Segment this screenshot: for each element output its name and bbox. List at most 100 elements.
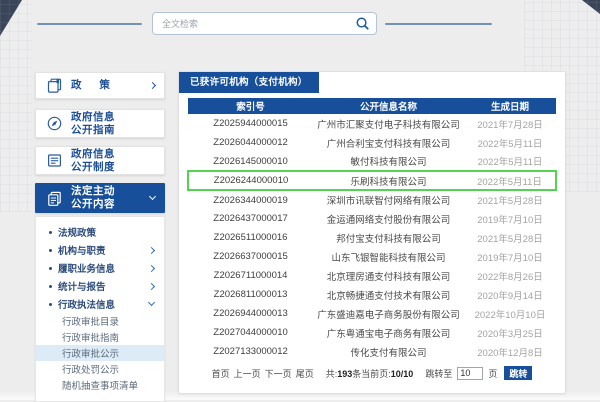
table-row: Z2026344000019 深圳市讯联智付网络有限公司 2021年5月28日 xyxy=(188,190,556,209)
submenu-item-admin-enforcement[interactable]: 行政执法信息 xyxy=(36,295,164,313)
row-company-name[interactable]: 传化支付有限公司 xyxy=(313,342,464,361)
table-row: Z2027133000012 传化支付有限公司 2020年12月8日 xyxy=(188,342,556,361)
row-index-number: Z2026044000012 xyxy=(213,137,288,148)
row-publish-date: 2022年5月11日 xyxy=(477,138,543,150)
jump-button[interactable]: 跳转 xyxy=(504,366,533,380)
prev-page-link[interactable]: 上一页 xyxy=(234,367,261,380)
compass-icon xyxy=(45,115,63,133)
sidebar-submenu: 法规政策 机构与职责 履职业务信息 统计与报告 行政执法信息 行政审批目录 行政… xyxy=(35,216,165,402)
row-company-name[interactable]: 金运通网络支付股份有限公司 xyxy=(313,209,464,228)
row-publish-date: 2020年12月8日 xyxy=(477,347,543,359)
row-company-name[interactable]: 广州合利宝支付科技有限公司 xyxy=(313,133,464,152)
sidebar-item-label: 政 策 xyxy=(71,79,111,91)
row-company-name[interactable]: 乐刷科技有限公司 xyxy=(313,170,464,191)
row-publish-date: 2020年9月14日 xyxy=(477,290,543,302)
row-index-number: Z2026944000013 xyxy=(213,308,288,319)
row-index-number: Z2026711000014 xyxy=(213,270,288,281)
chevron-right-icon xyxy=(147,264,156,272)
tab-licensed-institutions[interactable]: 已获许可机构（支付机构） xyxy=(179,72,319,93)
row-company-name[interactable]: 邦付宝支付科技有限公司 xyxy=(313,228,464,247)
row-index-number: Z2025944000015 xyxy=(213,118,288,129)
page-unit-label: 页 xyxy=(488,368,498,379)
row-publish-date: 2019年7月10日 xyxy=(477,252,543,264)
bullet-icon xyxy=(49,248,52,252)
submenu-item-org-duties[interactable]: 机构与职责 xyxy=(36,241,164,259)
search-zone xyxy=(0,12,600,38)
row-company-name[interactable]: 广东粤通宝电子商务有限公司 xyxy=(313,323,464,342)
search-input[interactable] xyxy=(162,18,354,29)
row-company-name[interactable]: 广州市汇聚支付电子科技有限公司 xyxy=(313,114,464,133)
sidebar-item-statutory-disclosure[interactable]: 法定主动 公开内容 xyxy=(35,183,165,213)
row-index-number: Z2027133000012 xyxy=(213,346,288,357)
submenu-item-penalty-publicity[interactable]: 行政处罚公示 xyxy=(36,361,164,377)
divider-line-right xyxy=(385,23,492,25)
row-publish-date: 2021年5月28日 xyxy=(477,233,543,245)
table-row: Z2026145000010 敏付科技有限公司 2022年5月11日 xyxy=(188,152,556,171)
table-row: Z2026711000014 北京理房通支付科技有限公司 2022年8月26日 xyxy=(188,266,556,285)
row-publish-date: 2021年5月28日 xyxy=(477,196,543,207)
submenu-item-label: 行政处罚公示 xyxy=(62,365,120,376)
sidebar: 政 策 政府信息 公开指南 政府信息 公开制度 法定主动 公开内容 法规政策 机… xyxy=(35,72,165,402)
row-index-number: Z2027044000010 xyxy=(213,327,288,338)
row-publish-date: 2020年3月25日 xyxy=(477,328,543,340)
table-body: Z2025944000015 广州市汇聚支付电子科技有限公司 2021年7月28日 Z… xyxy=(186,114,558,361)
row-company-name[interactable]: 北京理房通支付科技有限公司 xyxy=(313,266,464,285)
row-publish-date: 2022年10月10日 xyxy=(474,309,546,321)
submenu-item-label: 履职业务信息 xyxy=(58,264,116,275)
submenu-item-approval-publicity[interactable]: 行政审批公示 xyxy=(36,345,164,361)
row-publish-date: 2021年7月28日 xyxy=(477,119,543,131)
table-row: Z2025944000015 广州市汇聚支付电子科技有限公司 2021年7月28日 xyxy=(188,114,556,133)
table-row: Z2026044000012 广州合利宝支付科技有限公司 2022年5月11日 xyxy=(188,133,556,152)
pages-icon xyxy=(45,77,63,95)
submenu-item-label: 行政审批指南 xyxy=(62,333,120,344)
row-company-name[interactable]: 山东飞银智能科技有限公司 xyxy=(313,247,464,266)
last-page-link[interactable]: 尾页 xyxy=(296,367,314,380)
search-icon xyxy=(355,16,370,31)
jump-page-input[interactable] xyxy=(457,366,484,380)
row-index-number: Z2026511000016 xyxy=(213,232,288,243)
submenu-item-approval-guide[interactable]: 行政审批指南 xyxy=(36,329,164,345)
content-panel: 已获许可机构（支付机构） 索引号 公开信息名称 生成日期 Z2025944000… xyxy=(178,71,566,394)
submenu-item-label: 行政审批目录 xyxy=(62,317,120,328)
table-row: Z2026811000013 北京畅捷通支付技术有限公司 2020年9月14日 xyxy=(188,285,556,304)
sidebar-item-policy[interactable]: 政 策 xyxy=(35,72,165,99)
record-count: 共:193条当前页:10/10 xyxy=(325,368,414,379)
submenu-item-label: 行政审批公示 xyxy=(62,349,120,360)
row-publish-date: 2022年5月11日 xyxy=(463,170,558,191)
search-box[interactable] xyxy=(152,12,377,35)
first-page-link[interactable]: 首页 xyxy=(212,367,230,380)
chevron-down-icon xyxy=(147,298,156,307)
row-company-name[interactable]: 北京畅捷通支付技术有限公司 xyxy=(313,285,464,304)
bullet-icon xyxy=(49,230,52,234)
submenu-item-regulations[interactable]: 法规政策 xyxy=(36,223,164,241)
chevron-right-icon xyxy=(147,282,156,290)
pagination: 首页 上一页 下一页 尾页 共:193条当前页:10/10 跳转至 页 跳转 xyxy=(179,366,565,380)
table-row: Z2026437000017 金运通网络支付股份有限公司 2019年7月10日 xyxy=(188,209,556,228)
submenu-item-statistics-reports[interactable]: 统计与报告 xyxy=(36,277,164,295)
search-button[interactable] xyxy=(354,16,370,32)
submenu-item-label: 统计与报告 xyxy=(58,282,106,293)
row-index-number: Z2026145000010 xyxy=(213,155,288,167)
row-company-name[interactable]: 敏付科技有限公司 xyxy=(313,152,464,171)
row-index-number: Z2026811000013 xyxy=(213,289,288,300)
table-row: Z2027044000010 广东粤通宝电子商务有限公司 2020年3月25日 xyxy=(188,323,556,342)
divider-line-left xyxy=(37,23,142,25)
document-list-icon xyxy=(45,152,63,170)
sidebar-item-label: 政府信息 公开指南 xyxy=(71,110,115,136)
sidebar-item-disclosure-guide[interactable]: 政府信息 公开指南 xyxy=(35,109,165,138)
bullet-icon xyxy=(49,266,52,270)
submenu-item-approval-catalog[interactable]: 行政审批目录 xyxy=(36,313,164,329)
col-header-date: 生成日期 xyxy=(463,98,556,114)
row-company-name[interactable]: 广东盛迪嘉电子商务股份有限公司 xyxy=(313,304,464,323)
col-header-index: 索引号 xyxy=(188,98,314,114)
bullet-icon xyxy=(49,284,52,288)
row-company-name[interactable]: 深圳市讯联智付网络有限公司 xyxy=(313,190,464,209)
submenu-item-random-inspection-list[interactable]: 随机抽查事项清单 xyxy=(36,377,164,393)
submenu-item-duty-business-info[interactable]: 履职业务信息 xyxy=(36,259,164,277)
next-page-link[interactable]: 下一页 xyxy=(265,367,292,380)
sidebar-item-disclosure-system[interactable]: 政府信息 公开制度 xyxy=(35,146,165,175)
row-index-number: Z2026437000017 xyxy=(213,213,288,224)
col-header-name: 公开信息名称 xyxy=(313,98,464,114)
table-row: Z2026511000016 邦付宝支付科技有限公司 2021年5月28日 xyxy=(188,228,556,247)
table-row: Z2026244000010 乐刷科技有限公司 2022年5月11日 xyxy=(186,170,558,191)
